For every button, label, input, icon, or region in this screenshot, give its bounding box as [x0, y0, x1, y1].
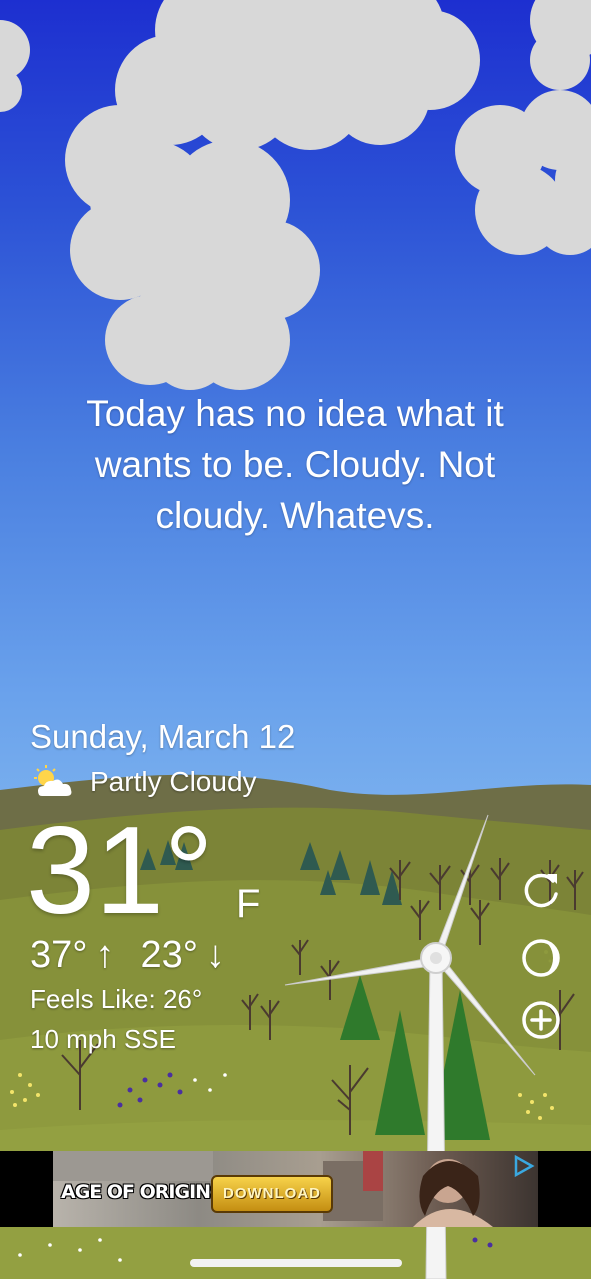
ad-banner[interactable]: AGE OF ORIGINS DOWNLOAD	[0, 1151, 591, 1227]
ad-download-button[interactable]: DOWNLOAD	[211, 1175, 333, 1213]
weather-tagline: Today has no idea what it wants to be. C…	[86, 393, 504, 536]
current-temperature: 31°	[26, 802, 214, 940]
temperature-unit: F	[236, 882, 261, 926]
date-label: Sunday, March 12	[30, 718, 296, 755]
wind-speed: 10 mph SSE	[30, 1024, 176, 1054]
home-indicator[interactable]	[190, 1259, 402, 1267]
landscape	[0, 774, 591, 1279]
ad-title: AGE OF ORIGINS	[61, 1181, 224, 1203]
condition-row: Partly Cloudy	[30, 762, 257, 802]
low-temp: 23°	[140, 934, 198, 976]
refresh-icon[interactable]	[519, 868, 563, 912]
adchoices-icon[interactable]	[512, 1154, 536, 1178]
condition-label: Partly Cloudy	[90, 766, 257, 797]
down-arrow-icon: ↓	[205, 934, 225, 976]
feels-like: Feels Like: 26°	[30, 984, 203, 1014]
up-arrow-icon: ↑	[95, 934, 115, 976]
partly-cloudy-icon	[34, 765, 72, 796]
high-low-row: 37° ↑ 23° ↓	[30, 934, 225, 977]
moon-phase-icon[interactable]	[519, 936, 563, 980]
add-icon[interactable]	[519, 998, 563, 1042]
ad-image[interactable]: AGE OF ORIGINS DOWNLOAD	[53, 1151, 538, 1227]
high-temp: 37°	[30, 934, 88, 976]
